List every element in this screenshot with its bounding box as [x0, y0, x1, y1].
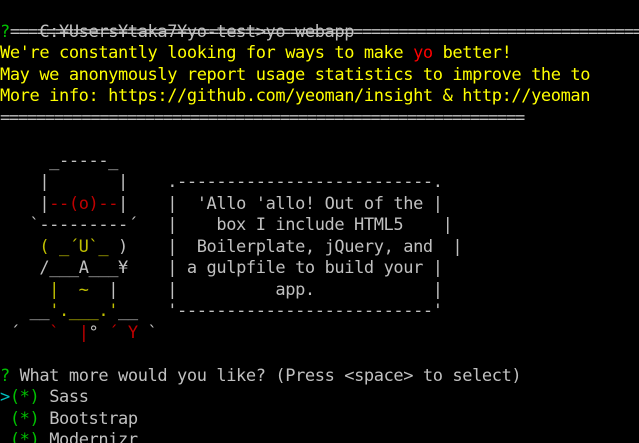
yeoman-head-left: |	[0, 193, 50, 214]
insight-separator-bottom: ========================================…	[0, 108, 639, 130]
ascii-art-row-9: ´ ` |° ´ Y `	[0, 323, 639, 345]
option-label-modernizr[interactable]: Modernizr	[49, 430, 138, 443]
yeoman-face-left: (	[0, 236, 60, 257]
ascii-art-row-8: __'.___.'__ '--------------------------'	[0, 301, 639, 323]
speech-bubble-line-5: | | app. |	[108, 279, 443, 300]
insight-usage-text: May we anonymously report usage statisti…	[0, 64, 591, 85]
insight-text-part-2: better!	[432, 43, 512, 63]
speech-bubble-line-3: ) | Boilerplate, jQuery, and |	[108, 236, 463, 257]
speech-bubble-line-4: ¥ | a gulpfile to build your |	[118, 258, 443, 278]
ascii-art-row-2: | | .--------------------------.	[0, 172, 639, 194]
yeoman-legs-left: |	[0, 279, 60, 300]
command-prompt-line: C:¥Users¥taka7¥yo-test>yo webapp	[0, 0, 639, 42]
yeoman-hat-top: _-----_	[0, 150, 119, 171]
insight-yo-highlight: yo	[413, 43, 433, 63]
yeoman-body-left: /	[0, 258, 50, 278]
yeoman-body: ___A___	[49, 258, 119, 278]
option-modernizr[interactable]: (*) Modernizr	[0, 430, 639, 443]
ascii-art-row-6: /___A___¥ | a gulpfile to build your |	[0, 258, 639, 280]
insight-line-1: We're constantly looking for ways to mak…	[0, 43, 639, 65]
yeoman-base-mid: ` |	[49, 322, 89, 343]
option-sass[interactable]: >(*) Sass	[0, 387, 639, 409]
checkbox-checked-icon[interactable]: (*)	[10, 430, 40, 443]
yeoman-mouth: _´U`_	[59, 236, 109, 257]
insight-text-part-1: We're constantly looking for ways to mak…	[0, 43, 414, 63]
yeoman-legs: ~	[59, 279, 109, 300]
ascii-art-row-7: | ~ | | app. |	[0, 280, 639, 302]
yeoman-eyes: --(o)--	[49, 193, 119, 214]
speech-bubble-top: | | .--------------------------.	[0, 172, 443, 192]
option-label-sass[interactable]: Sass	[49, 387, 89, 407]
speech-bubble-bottom: __ '--------------------------'	[118, 301, 443, 321]
insight-question-mark: ?	[0, 21, 10, 42]
checkbox-checked-icon[interactable]: (*)	[10, 409, 40, 429]
terminal-window[interactable]: C:¥Users¥taka7¥yo-test>yo webapp ?======…	[0, 0, 639, 443]
ascii-art-row-5: ( _´U`_ ) | Boilerplate, jQuery, and |	[0, 237, 639, 259]
yeoman-base-right: `	[137, 322, 158, 343]
ascii-art-row-4: `---------´ | box I include HTML5 |	[0, 215, 639, 237]
option-label-bootstrap[interactable]: Bootstrap	[49, 409, 138, 429]
selection-pointer-blank	[0, 409, 10, 429]
speech-bubble-line-1: | | 'Allo 'allo! Out of the |	[118, 193, 443, 214]
insight-line-3: More info: https://github.com/yeoman/ins…	[0, 86, 639, 108]
separator-line: ========================================…	[9, 21, 639, 42]
insight-separator-top: ?=======================================…	[0, 22, 639, 44]
question-line: ? What more would you like? (Press <spac…	[0, 366, 639, 388]
yeoman-feet-left: __	[0, 301, 50, 321]
yeoman-base-y: ´ Y	[108, 322, 138, 343]
ascii-art-row-3: |--(o)--| | 'Allo 'allo! Out of the |	[0, 194, 639, 216]
question-hint: (Press <space> to select)	[265, 365, 522, 386]
yeoman-base-degree: °	[88, 322, 109, 343]
yeoman-base-left: ´	[0, 322, 50, 343]
question-text: What more would you like?	[9, 365, 266, 386]
insight-line-2: May we anonymously report usage statisti…	[0, 65, 639, 87]
yeoman-feet: '.___.'	[49, 301, 119, 321]
selection-pointer-icon: >	[0, 387, 10, 407]
selection-pointer-blank	[0, 430, 10, 443]
question-mark: ?	[0, 365, 10, 386]
speech-bubble-line-2: `---------´ | box I include HTML5 |	[0, 215, 453, 235]
insight-more-info-text: More info: https://github.com/yeoman/ins…	[0, 86, 591, 106]
separator-line-end: ========================================…	[0, 107, 525, 128]
checkbox-checked-icon[interactable]: (*)	[10, 387, 40, 407]
option-bootstrap[interactable]: (*) Bootstrap	[0, 409, 639, 431]
ascii-art-row-1: _-----_	[0, 151, 639, 173]
